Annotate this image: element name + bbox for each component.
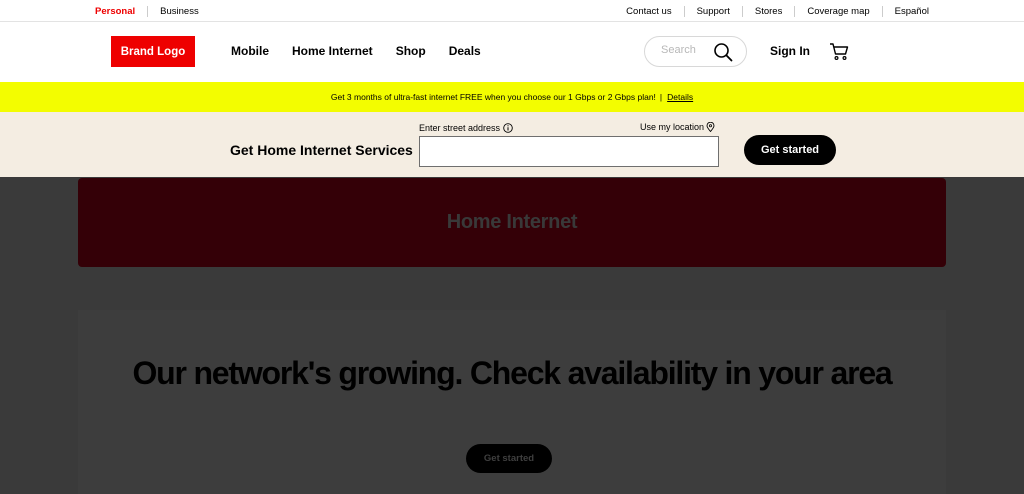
stores-link[interactable]: Stores (741, 5, 794, 17)
nav-item-shop[interactable]: Shop (396, 44, 426, 58)
utility-links: Contact us Support Stores Coverage map E… (614, 0, 929, 22)
availability-panel: Our network's growing. Check availabilit… (78, 310, 946, 494)
segment-personal[interactable]: Personal (95, 5, 149, 17)
address-title: Get Home Internet Services (230, 142, 413, 158)
sign-in-link[interactable]: Sign In (770, 44, 810, 58)
hero-banner: Home Internet (78, 178, 946, 267)
segment-switcher: Personal Business (95, 0, 211, 22)
address-label-text: Enter street address (419, 123, 501, 133)
contact-us-link[interactable]: Contact us (614, 6, 683, 17)
nav-item-home-internet[interactable]: Home Internet (292, 44, 373, 58)
address-check-bar: Get Home Internet Services Enter street … (0, 112, 1024, 177)
cart-icon[interactable] (829, 42, 849, 61)
availability-headline: Our network's growing. Check availabilit… (132, 355, 892, 391)
info-icon[interactable] (503, 123, 513, 133)
search-icon[interactable] (713, 42, 733, 62)
espanol-link[interactable]: Español (881, 5, 929, 17)
promo-text: Get 3 months of ultra-fast internet FREE… (330, 92, 656, 102)
hero-title: Home Internet (446, 211, 578, 233)
page-overlay: Home Internet Our network's growing. Che… (0, 177, 1024, 494)
nav-item-mobile[interactable]: Mobile (231, 44, 269, 58)
coverage-map-link[interactable]: Coverage map (794, 5, 881, 17)
brand-logo[interactable]: Brand Logo (111, 36, 195, 67)
segment-business[interactable]: Business (148, 6, 211, 17)
utility-bar: Personal Business Contact us Support Sto… (0, 0, 1024, 22)
availability-get-started-button[interactable]: Get started (466, 444, 552, 473)
promo-banner: Get 3 months of ultra-fast internet FREE… (0, 82, 1024, 112)
address-label: Enter street address (419, 123, 513, 133)
main-header: Brand Logo Mobile Home Internet Shop Dea… (0, 22, 1024, 82)
nav-item-deals[interactable]: Deals (449, 44, 481, 58)
use-my-location-text[interactable]: Use my location (640, 122, 704, 132)
location-pin-icon[interactable] (706, 122, 715, 132)
use-my-location[interactable]: Use my location (640, 122, 715, 132)
main-nav: Mobile Home Internet Shop Deals (231, 22, 504, 80)
street-address-input[interactable] (419, 136, 719, 167)
promo-details-link[interactable]: Details (667, 92, 693, 102)
get-started-button[interactable]: Get started (744, 135, 836, 165)
search-input[interactable] (661, 44, 713, 56)
support-link[interactable]: Support (683, 5, 742, 17)
search-box[interactable] (644, 36, 747, 67)
promo-separator: | (659, 92, 663, 102)
